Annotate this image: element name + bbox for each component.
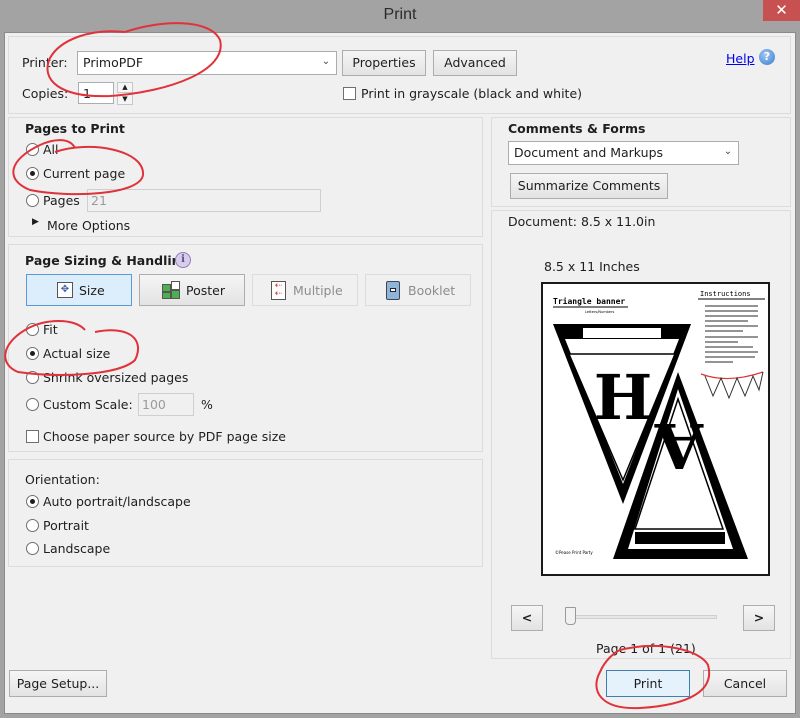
radio-actual-size[interactable]: [26, 347, 39, 360]
size-mode-button[interactable]: ✥ Size: [26, 274, 132, 306]
copies-decrement-button[interactable]: ▼: [117, 94, 133, 105]
previous-page-button[interactable]: <: [511, 605, 543, 631]
question-circle-icon[interactable]: ?: [759, 49, 775, 65]
radio-fit[interactable]: [26, 323, 39, 336]
custom-scale-value: 100: [142, 397, 166, 412]
radio-landscape-label[interactable]: Landscape: [43, 541, 110, 556]
grayscale-checkbox[interactable]: [343, 87, 356, 100]
preview-instructions-heading: Instructions: [700, 290, 751, 298]
comments-forms-value: Document and Markups: [514, 145, 664, 160]
radio-fit-label[interactable]: Fit: [43, 322, 58, 337]
orientation-heading: Orientation:: [25, 472, 100, 487]
paper-source-label[interactable]: Choose paper source by PDF page size: [43, 429, 286, 444]
radio-current-page-label[interactable]: Current page: [43, 166, 125, 181]
svg-text:Letters/Numbers: Letters/Numbers: [585, 310, 614, 314]
copies-increment-button[interactable]: ▲: [117, 82, 133, 93]
chevron-down-icon: ⌄: [321, 56, 331, 67]
summarize-comments-button[interactable]: Summarize Comments: [510, 173, 668, 199]
page-setup-button[interactable]: Page Setup...: [9, 670, 107, 697]
printer-select[interactable]: PrimoPDF ⌄: [77, 51, 337, 75]
radio-portrait-label[interactable]: Portrait: [43, 518, 89, 533]
page-indicator: Page 1 of 1 (21): [596, 641, 696, 656]
page-preview-image: Triangle banner Letters/Numbers Instruct…: [553, 290, 765, 559]
size-mode-label: Size: [79, 283, 105, 298]
radio-shrink-oversized[interactable]: [26, 371, 39, 384]
custom-scale-unit: %: [201, 397, 213, 412]
printer-label: Printer:: [22, 55, 68, 70]
preview-banner-title: Triangle banner: [553, 296, 625, 306]
preview-letter-a: A: [654, 409, 704, 482]
radio-auto-orientation-label[interactable]: Auto portrait/landscape: [43, 494, 191, 509]
radio-portrait[interactable]: [26, 519, 39, 532]
multiple-mode-button[interactable]: ⇠ ⇠ Multiple: [252, 274, 358, 306]
comments-forms-heading: Comments & Forms: [508, 121, 646, 136]
copies-value: 1: [83, 86, 91, 101]
page-sizing-heading: Page Sizing & Handling: [25, 253, 190, 268]
print-button[interactable]: Print: [606, 670, 690, 697]
preview-footer-text: ©Pease Print Party: [555, 550, 593, 555]
copies-label: Copies:: [22, 86, 69, 101]
radio-current-page[interactable]: [26, 167, 39, 180]
pages-range-input[interactable]: 21: [87, 189, 321, 212]
cancel-button[interactable]: Cancel: [703, 670, 787, 697]
close-icon: ✕: [775, 1, 788, 19]
booklet-mode-label: Booklet: [408, 283, 456, 298]
expand-triangle-icon[interactable]: ▶: [32, 217, 39, 227]
resize-page-icon: ✥: [57, 282, 73, 298]
multiple-pages-icon: ⇠ ⇠: [271, 281, 286, 300]
radio-all-label[interactable]: All: [43, 142, 59, 157]
radio-pages[interactable]: [26, 194, 39, 207]
copies-input[interactable]: 1: [78, 82, 114, 104]
preview-page-size: 8.5 x 11 Inches: [544, 259, 640, 274]
page-preview: Triangle banner Letters/Numbers Instruct…: [541, 282, 770, 576]
booklet-mode-button[interactable]: Booklet: [365, 274, 471, 306]
booklet-icon: [386, 281, 400, 300]
window-title: Print: [383, 6, 417, 23]
chevron-down-icon: ⌄: [723, 146, 733, 157]
printer-value: PrimoPDF: [83, 55, 144, 70]
poster-mode-label: Poster: [186, 283, 225, 298]
help-link[interactable]: Help: [726, 51, 755, 66]
poster-mode-button[interactable]: Poster: [139, 274, 245, 306]
custom-scale-input[interactable]: 100: [138, 393, 194, 416]
radio-custom-scale-label[interactable]: Custom Scale:: [43, 397, 133, 412]
multiple-mode-label: Multiple: [293, 283, 343, 298]
radio-all[interactable]: [26, 143, 39, 156]
radio-actual-size-label[interactable]: Actual size: [43, 346, 110, 361]
page-slider[interactable]: [567, 615, 717, 619]
properties-button[interactable]: Properties: [342, 50, 426, 76]
pages-range-value: 21: [91, 193, 107, 208]
print-dialog: Printer: PrimoPDF ⌄ Properties Advanced …: [4, 32, 796, 714]
radio-shrink-oversized-label[interactable]: Shrink oversized pages: [43, 370, 188, 385]
comments-forms-select[interactable]: Document and Markups ⌄: [508, 141, 739, 165]
radio-custom-scale[interactable]: [26, 398, 39, 411]
poster-tiles-icon: [162, 281, 180, 299]
paper-source-checkbox[interactable]: [26, 430, 39, 443]
document-size: Document: 8.5 x 11.0in: [508, 214, 656, 229]
next-page-button[interactable]: >: [743, 605, 775, 631]
radio-pages-label[interactable]: Pages: [43, 193, 80, 208]
page-slider-thumb[interactable]: [565, 607, 576, 625]
radio-auto-orientation[interactable]: [26, 495, 39, 508]
grayscale-label[interactable]: Print in grayscale (black and white): [361, 86, 582, 101]
advanced-button[interactable]: Advanced: [433, 50, 517, 76]
more-options-toggle[interactable]: More Options: [47, 218, 130, 233]
radio-landscape[interactable]: [26, 542, 39, 555]
preview-letter-h: H: [594, 361, 653, 434]
close-button[interactable]: ✕: [763, 0, 800, 21]
pages-to-print-heading: Pages to Print: [25, 121, 125, 136]
info-icon[interactable]: i: [175, 252, 191, 268]
